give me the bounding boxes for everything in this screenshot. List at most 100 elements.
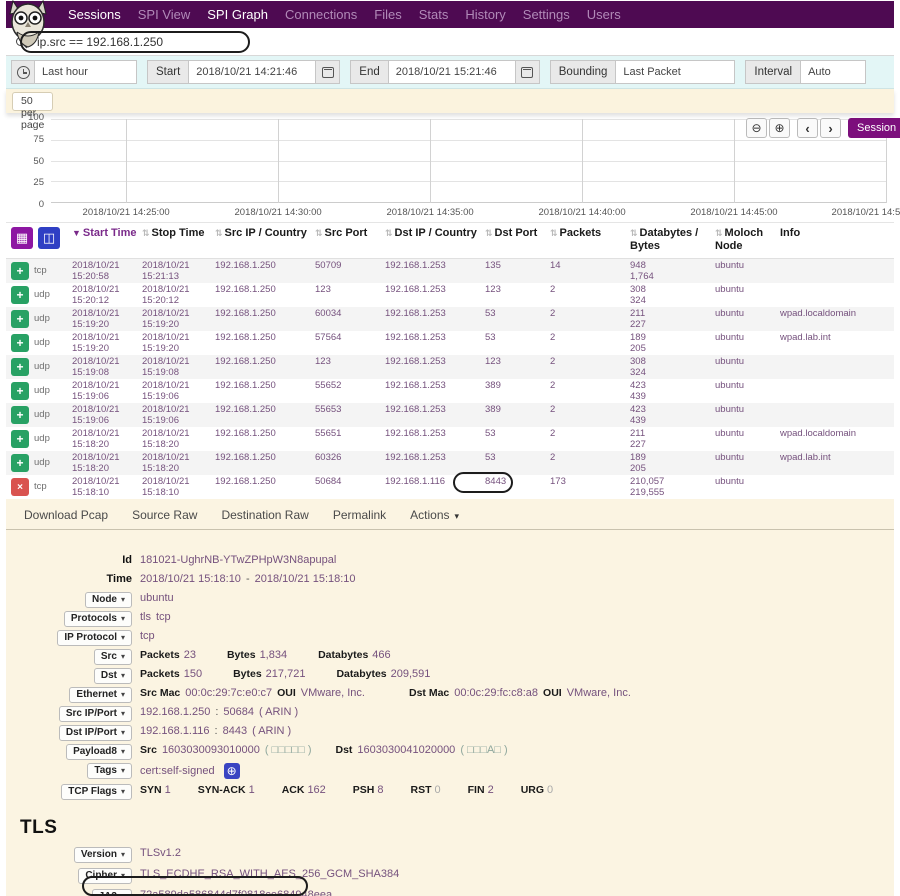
row-action-cell: +: [6, 427, 34, 451]
tcp-flag-label: FIN: [467, 784, 485, 796]
payload8-src-ascii: ( □□□□□ ): [264, 744, 312, 756]
expand-session-button[interactable]: +: [11, 310, 29, 328]
dst-mac-value[interactable]: 00:0c:29:fc:c8:a8: [454, 687, 538, 699]
protocol-cell: udp: [34, 433, 50, 444]
collapse-session-button[interactable]: ×: [11, 478, 29, 496]
payload8-src-value[interactable]: 1603030093010000: [162, 744, 260, 756]
dst-oui-label: OUI: [543, 687, 562, 699]
protocol-value-tls[interactable]: tls: [140, 611, 151, 623]
expand-session-button[interactable]: +: [11, 358, 29, 376]
time-start-value: 2018/10/21 15:18:10: [140, 573, 241, 585]
src-stat-label: Bytes: [226, 649, 256, 661]
dst-geo-value: ( ARIN ): [252, 725, 292, 737]
tcp-flag-value: 0: [547, 784, 554, 796]
row-action-cell: +: [6, 259, 34, 283]
moloch-owl-logo[interactable]: [7, 0, 49, 49]
expand-session-button[interactable]: +: [11, 262, 29, 280]
time-range-icon-button[interactable]: [11, 60, 35, 84]
node-value[interactable]: ubuntu: [140, 592, 174, 604]
protocols-values: tls tcp: [140, 611, 171, 623]
dst-port-value[interactable]: 8443: [223, 725, 247, 737]
tls-ja3-dropdown[interactable]: JA3: [91, 889, 132, 896]
tags-dropdown[interactable]: Tags: [87, 763, 132, 779]
tcp-flag-psh: PSH 8: [353, 784, 384, 796]
src-stat: Packets 23: [140, 649, 196, 661]
row-action-cell: +: [6, 379, 34, 403]
row-action-cell: +: [6, 331, 34, 355]
tcp-flag-value: 0: [434, 784, 441, 796]
src-geo-value: ( ARIN ): [259, 706, 299, 718]
sort-desc-icon: ▼: [72, 228, 81, 238]
time-label: Time: [106, 573, 132, 585]
dst-stat-value: 150: [183, 668, 203, 680]
tcp-flags-dropdown[interactable]: TCP Flags: [61, 784, 132, 800]
detail-row-dst-ipport: Dst IP/Port 192.168.1.116 : 8443 ( ARIN …: [6, 725, 894, 744]
tls-version-value[interactable]: TLSv1.2: [140, 847, 181, 859]
page-button-[interactable]: «: [89, 0, 900, 549]
detail-row-ethernet: Ethernet Src Mac 00:0c:29:7c:e0:c7 OUI V…: [6, 687, 894, 706]
pagination-bar: 50 per page «‹12›» Showing 1 - 50 of 89 …: [6, 89, 894, 131]
y-tick-label: 75: [33, 133, 44, 145]
src-stat-value: 23: [183, 649, 196, 661]
expand-session-button[interactable]: +: [11, 286, 29, 304]
dst-dropdown[interactable]: Dst: [93, 668, 132, 684]
tcp-flag-value: 8: [377, 784, 384, 796]
tcp-flag-label: RST: [410, 784, 432, 796]
src-dropdown[interactable]: Src: [93, 649, 132, 665]
tcp-flag-label: URG: [520, 784, 545, 796]
table-view-buttons: ▦ ◫: [6, 223, 72, 258]
protocols-dropdown[interactable]: Protocols: [63, 611, 132, 627]
ip-protocol-dropdown[interactable]: IP Protocol: [57, 630, 132, 646]
src-ip-value[interactable]: 192.168.1.250: [140, 706, 210, 718]
expand-session-button[interactable]: +: [11, 334, 29, 352]
column-config-icon[interactable]: ◫: [38, 227, 60, 249]
src-oui-value[interactable]: VMware, Inc.: [301, 687, 365, 699]
expand-session-button[interactable]: +: [11, 406, 29, 424]
session-id-value[interactable]: 181021-UghrNB-YTwZPHpW3N8apupal: [140, 554, 336, 566]
tls-version-dropdown[interactable]: Version: [73, 847, 132, 863]
tcp-flag-label: SYN: [140, 784, 162, 796]
clock-icon: [16, 65, 30, 79]
dst-oui-value[interactable]: VMware, Inc.: [567, 687, 631, 699]
node-dropdown[interactable]: Node: [84, 592, 132, 608]
ip-protocol-value[interactable]: tcp: [140, 630, 155, 642]
src-port-value[interactable]: 50684: [223, 706, 254, 718]
expand-session-button[interactable]: +: [11, 430, 29, 448]
ipport-separator: :: [214, 725, 218, 737]
tcp-flag-value: 1: [248, 784, 255, 796]
ethernet-dropdown[interactable]: Ethernet: [69, 687, 132, 703]
tcp-flag-value: 1: [164, 784, 171, 796]
protocol-cell: tcp: [34, 265, 47, 276]
protocol-value-tcp[interactable]: tcp: [156, 611, 171, 623]
src-stat-label: Packets: [140, 649, 180, 661]
y-tick-label: 50: [33, 155, 44, 167]
tls-fields: Version TLSv1.2 Cipher TLS_ECDHE_RSA_WIT…: [6, 847, 894, 896]
detail-row-payload8: Payload8 Src 1603030093010000 ( □□□□□ ) …: [6, 744, 894, 763]
tls-cipher-value[interactable]: TLS_ECDHE_RSA_WITH_AES_256_GCM_SHA384: [140, 868, 399, 880]
dst-ipport-dropdown[interactable]: Dst IP/Port: [58, 725, 132, 741]
ipport-separator: :: [215, 706, 219, 718]
expand-session-button[interactable]: +: [11, 454, 29, 472]
y-tick-label: 25: [33, 177, 44, 189]
tls-section-heading: TLS: [20, 817, 58, 838]
row-action-cell: +: [6, 451, 34, 475]
payload8-dst-value[interactable]: 1603030041020000: [357, 744, 455, 756]
tls-ja3-value[interactable]: 72a589da586844d7f0818ce684948eea: [140, 889, 332, 896]
expand-session-button[interactable]: +: [11, 382, 29, 400]
tcp-flag-fin: FIN 2: [468, 784, 494, 796]
tag-action-icon[interactable]: ⊕: [223, 763, 240, 779]
dst-ip-value[interactable]: 192.168.1.116: [140, 725, 210, 737]
row-action-cell: +: [6, 403, 34, 427]
dst-stat: Packets 150: [140, 668, 202, 680]
grid-view-icon[interactable]: ▦: [11, 227, 33, 249]
tag-value[interactable]: cert:self-signed: [140, 765, 215, 777]
src-stat-value: 1,834: [259, 649, 288, 661]
detail-row-tcp-flags: TCP Flags SYN1SYN-ACK1ACK162PSH8RST0FIN2…: [6, 784, 894, 803]
payload8-dropdown[interactable]: Payload8: [66, 744, 132, 760]
src-ipport-dropdown[interactable]: Src IP/Port: [58, 706, 132, 722]
tls-cipher-dropdown[interactable]: Cipher: [78, 868, 132, 884]
tcp-flag-syn-ack: SYN-ACK 1: [198, 784, 255, 796]
src-mac-value[interactable]: 00:0c:29:7c:e0:c7: [185, 687, 272, 699]
per-page-select[interactable]: 50 per page: [12, 91, 54, 131]
dst-mac-label: Dst Mac: [408, 687, 450, 699]
